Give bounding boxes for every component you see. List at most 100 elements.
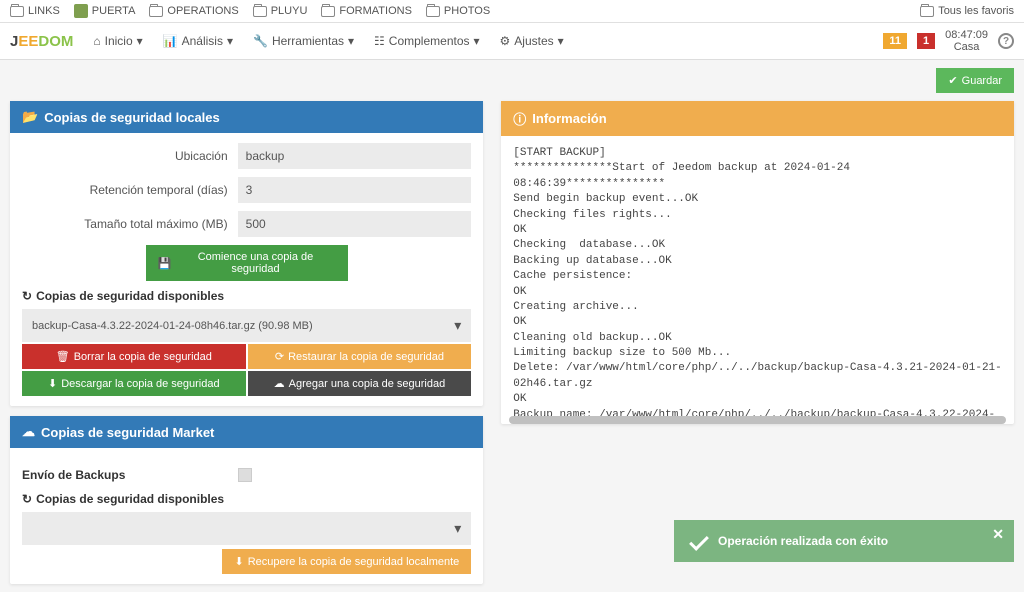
top-actions: ✔ Guardar (10, 68, 1014, 93)
bookmark-formations[interactable]: FORMATIONS (321, 5, 412, 17)
nav-right: 11 1 08:47:09 Casa ? (883, 29, 1014, 53)
list-icon: ☷ (374, 34, 385, 48)
delete-backup-button[interactable]: 🗑 Borrar la copia de seguridad (22, 344, 246, 369)
envio-checkbox[interactable] (238, 468, 252, 482)
envio-label: Envío de Backups (22, 468, 238, 482)
nav-label: Herramientas (272, 34, 344, 48)
recover-backup-button[interactable]: ⬇ Recupere la copia de seguridad localme… (222, 549, 471, 574)
folder-icon (253, 6, 267, 17)
start-backup-button[interactable]: 💾 Comience una copia de seguridad (146, 245, 348, 281)
backup-log[interactable]: [START BACKUP] ***************Start of J… (501, 136, 1014, 416)
tamano-row: Tamaño total máximo (MB) (22, 211, 471, 237)
market-backup-select[interactable]: ▾ (22, 512, 471, 545)
folder-icon (321, 6, 335, 17)
backup-actions-grid: 🗑 Borrar la copia de seguridad ⟳ Restaur… (22, 344, 471, 396)
info-panel: ⓘ Información [START BACKUP] ***********… (501, 101, 1014, 424)
panel-title: Copias de seguridad locales (44, 110, 220, 125)
chart-icon: 📊 (163, 34, 178, 48)
clock-location: Casa (945, 41, 988, 53)
chevron-down-icon: ▾ (558, 34, 564, 48)
bookmark-label: PHOTOS (444, 5, 490, 17)
button-label: Agregar una copia de seguridad (289, 378, 446, 390)
toast-close-button[interactable]: ✕ (992, 526, 1004, 543)
right-column: ⓘ Información [START BACKUP] ***********… (501, 101, 1014, 584)
puerta-icon (74, 4, 88, 18)
section-label-text: Copias de seguridad disponibles (36, 492, 224, 506)
selected-backup-text: backup-Casa-4.3.22-2024-01-24-08h46.tar.… (32, 320, 313, 332)
tamano-label: Tamaño total máximo (MB) (22, 217, 238, 231)
panels-container: 📂 Copias de seguridad locales Ubicación … (10, 101, 1014, 584)
add-backup-button[interactable]: ☁ Agregar una copia de seguridad (248, 371, 472, 396)
clock-block: 08:47:09 Casa (945, 29, 988, 53)
clock-time: 08:47:09 (945, 29, 988, 41)
market-backup-body: Envío de Backups ↻ Copias de seguridad d… (10, 448, 483, 584)
nav-ajustes[interactable]: ⚙ Ajustes ▾ (500, 34, 564, 48)
nav-inicio[interactable]: ⌂ Inicio ▾ (93, 34, 142, 48)
download-icon: ⬇ (48, 377, 57, 390)
guardar-button[interactable]: ✔ Guardar (936, 68, 1014, 93)
info-icon: ⓘ (513, 109, 526, 128)
cloud-upload-icon: ☁ (274, 377, 285, 390)
bookmark-label: PLUYU (271, 5, 308, 17)
home-icon: ⌂ (93, 34, 100, 48)
download-backup-button[interactable]: ⬇ Descargar la copia de seguridad (22, 371, 246, 396)
folder-icon (920, 6, 934, 17)
nav-items: ⌂ Inicio ▾ 📊 Análisis ▾ 🔧 Herramientas ▾… (93, 34, 563, 48)
nav-label: Complementos (389, 34, 470, 48)
market-backup-header: ☁ Copias de seguridad Market (10, 416, 483, 448)
nav-label: Inicio (105, 34, 133, 48)
market-disponibles-label: ↻ Copias de seguridad disponibles (22, 492, 471, 506)
notification-badge-red[interactable]: 1 (917, 33, 935, 49)
trash-icon: 🗑 (56, 350, 70, 363)
restore-backup-button[interactable]: ⟳ Restaurar la copia de seguridad (248, 344, 472, 369)
ubicacion-row: Ubicación (22, 143, 471, 169)
horizontal-scrollbar[interactable] (509, 416, 1006, 424)
nav-complementos[interactable]: ☷ Complementos ▾ (374, 34, 480, 48)
retencion-input[interactable] (238, 177, 472, 203)
save-icon: 💾 (158, 257, 172, 270)
local-backup-header: 📂 Copias de seguridad locales (10, 101, 483, 133)
help-icon[interactable]: ? (998, 33, 1014, 49)
bookmark-photos[interactable]: PHOTOS (426, 5, 490, 17)
bookmarks-bar: LINKS PUERTA OPERATIONS PLUYU FORMATIONS… (0, 0, 1024, 23)
check-icon: ✔ (948, 74, 957, 87)
bookmark-operations[interactable]: OPERATIONS (149, 5, 238, 17)
gear-icon: ⚙ (500, 34, 511, 48)
chevron-down-icon: ▾ (454, 520, 461, 537)
panel-title: Copias de seguridad Market (41, 425, 214, 440)
folder-icon (426, 6, 440, 17)
bookmark-favorites[interactable]: Tous les favoris (920, 5, 1014, 17)
jeedom-logo[interactable]: JEEDOM (10, 33, 73, 50)
bookmark-pluyu[interactable]: PLUYU (253, 5, 308, 17)
market-recover-row: ⬇ Recupere la copia de seguridad localme… (22, 549, 471, 574)
retencion-label: Retención temporal (días) (22, 183, 238, 197)
success-toast: Operación realizada con éxito ✕ (674, 520, 1014, 562)
ubicacion-input[interactable] (238, 143, 472, 169)
panel-title: Información (532, 111, 606, 126)
chevron-down-icon: ▾ (454, 317, 461, 334)
bookmark-links[interactable]: LINKS (10, 5, 60, 17)
button-label: Recupere la copia de seguridad localment… (248, 556, 460, 568)
notification-badge-orange[interactable]: 11 (883, 33, 907, 49)
chevron-down-icon: ▾ (137, 34, 143, 48)
backup-select[interactable]: backup-Casa-4.3.22-2024-01-24-08h46.tar.… (22, 309, 471, 342)
nav-analisis[interactable]: 📊 Análisis ▾ (163, 34, 233, 48)
check-icon (689, 531, 709, 551)
left-column: 📂 Copias de seguridad locales Ubicación … (10, 101, 483, 584)
button-label: Borrar la copia de seguridad (74, 351, 212, 363)
bookmark-label: LINKS (28, 5, 60, 17)
bookmark-label: PUERTA (92, 5, 136, 17)
section-label-text: Copias de seguridad disponibles (36, 289, 224, 303)
button-label: Guardar (962, 75, 1002, 87)
folder-icon (149, 6, 163, 17)
local-backup-panel: 📂 Copias de seguridad locales Ubicación … (10, 101, 483, 406)
tamano-input[interactable] (238, 211, 472, 237)
nav-herramientas[interactable]: 🔧 Herramientas ▾ (253, 34, 354, 48)
envio-row: Envío de Backups (22, 468, 471, 482)
main-nav: JEEDOM ⌂ Inicio ▾ 📊 Análisis ▾ 🔧 Herrami… (0, 23, 1024, 60)
button-label: Restaurar la copia de seguridad (288, 351, 444, 363)
chevron-down-icon: ▾ (348, 34, 354, 48)
folder-icon (10, 6, 24, 17)
bookmark-puerta[interactable]: PUERTA (74, 4, 136, 18)
chevron-down-icon: ▾ (474, 34, 480, 48)
